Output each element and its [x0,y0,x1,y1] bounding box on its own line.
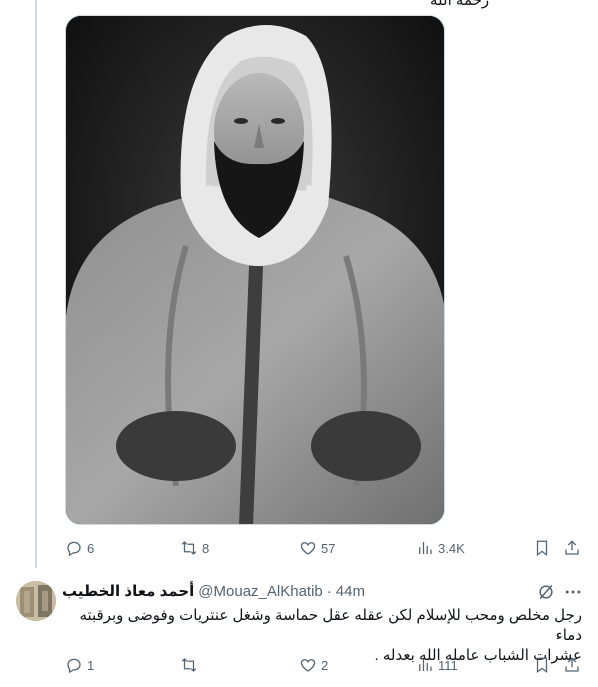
reply-actions: 1 2 111 [65,656,585,676]
retweet-button[interactable] [180,656,202,674]
heart-icon [300,659,316,672]
reply-count: 1 [87,657,95,673]
dot-separator: · [326,582,332,600]
main-tweet-actions: 6 8 57 3.4K [65,539,585,559]
retweet-button[interactable]: 8 [180,539,209,557]
avatar[interactable] [16,581,56,621]
views-chart-icon [419,542,432,554]
views-count: 111 [438,657,458,673]
reply-button[interactable]: 6 [65,539,94,557]
portrait-photo [66,16,444,524]
reply-header: أحمد معاذ الخطيب @Mouaz_AlKhatib · 44m [62,582,365,601]
bookmark-icon [536,657,548,674]
views-count: 3.4K [438,540,465,556]
reply-text-line-1: رجل مخلص ومحب للإسلام لكن عقله عقل حماسة… [79,607,582,644]
share-icon [565,657,579,672]
more-options-icon[interactable] [562,582,584,602]
thread-connector-line [35,0,37,568]
reply-icon [67,658,81,674]
views-button[interactable]: 3.4K [416,539,465,557]
views-chart-icon [419,659,432,671]
reply-button[interactable]: 1 [65,656,94,674]
retweet-count: 8 [202,540,210,556]
heart-icon [300,542,316,555]
previous-tweet-text-clipped: رحمه الله [430,0,490,9]
share-button[interactable] [563,656,581,674]
like-button[interactable]: 57 [299,539,335,557]
grok-icon[interactable] [536,582,556,602]
author-name[interactable]: أحمد معاذ الخطيب [62,582,194,600]
like-count: 57 [321,540,336,556]
tweet-media-image[interactable] [65,15,445,525]
share-button[interactable] [563,539,581,557]
reply-count: 6 [87,540,95,556]
reply-icon [67,541,81,557]
bookmark-button[interactable] [533,656,551,674]
retweet-icon [181,541,197,555]
author-handle[interactable]: @Mouaz_AlKhatib [198,583,322,600]
retweet-icon [181,658,197,672]
like-count: 2 [321,657,329,673]
post-time[interactable]: 44m [336,583,365,600]
like-button[interactable]: 2 [299,656,328,674]
views-button[interactable]: 111 [416,656,458,674]
bookmark-icon [536,540,548,557]
bookmark-button[interactable] [533,539,551,557]
avatar-image [16,581,56,621]
share-icon [565,540,579,555]
